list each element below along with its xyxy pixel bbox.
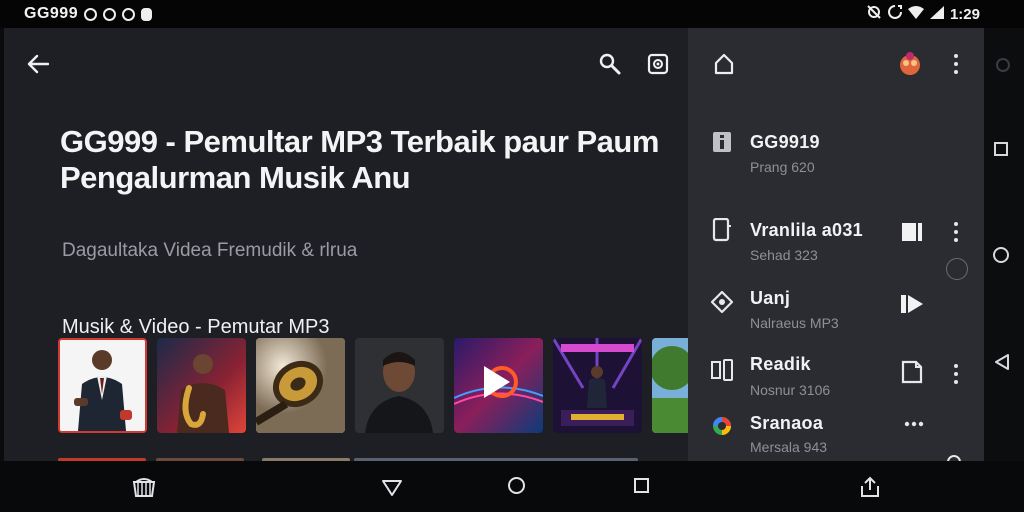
back-icon[interactable]	[378, 473, 406, 501]
cast-icon[interactable]	[644, 50, 672, 78]
signal-icon	[929, 5, 944, 23]
home-icon[interactable]	[993, 247, 1009, 263]
list-item-title: GG9919	[750, 132, 820, 152]
scroll-indicator[interactable]	[946, 258, 968, 280]
google-icon	[103, 7, 117, 21]
pause-icon[interactable]	[898, 218, 926, 246]
back-arrow-icon[interactable]	[24, 50, 52, 78]
list-item[interactable]: Readik Nosnur 3106	[688, 346, 984, 410]
more-icon[interactable]	[953, 222, 959, 242]
play-next-icon[interactable]	[898, 290, 926, 318]
nature-thumbnail[interactable]	[652, 338, 688, 433]
list-item-title: Uanj	[750, 288, 791, 308]
location-icon	[710, 290, 734, 314]
color-wheel-icon	[710, 414, 734, 438]
sync-icon	[888, 5, 902, 23]
play-logo-thumbnail[interactable]	[454, 338, 543, 433]
status-left: GG999	[24, 5, 153, 23]
saxophone-player-thumbnail[interactable]	[157, 338, 246, 433]
recents-icon[interactable]	[994, 142, 1008, 156]
list-item-subtitle: Sehad 323	[750, 247, 818, 263]
navigation-bar	[0, 461, 1024, 512]
list-item-title: Vranlila a031	[750, 220, 863, 240]
wifi-icon	[907, 5, 924, 23]
list-item-subtitle: Mersala 943	[750, 439, 828, 455]
man-in-suit-thumbnail[interactable]	[58, 338, 147, 433]
list-item[interactable]: Uanj Nalraeus MP3	[688, 278, 984, 342]
queue-icon	[710, 358, 734, 382]
recents-icon[interactable]	[634, 478, 649, 493]
page-subtitle: Dagaultaka Videa Fremudik & rlrua	[62, 240, 358, 261]
chrome-icon	[122, 7, 136, 21]
gold-vinyl-thumbnail[interactable]	[256, 338, 345, 433]
info-icon	[710, 130, 734, 154]
section-title: Musik & Video - Pemutar MP3	[62, 316, 330, 338]
phone-icon	[710, 218, 734, 242]
list-item-title: Readik	[750, 354, 811, 374]
main-content: GG999 - Pemultar MP3 Terbaik paur Paum P…	[4, 28, 688, 461]
list-item-title: Sranaoa	[750, 413, 824, 433]
google-icon	[84, 7, 98, 21]
clock: 1:29	[949, 5, 980, 23]
profile-icon[interactable]	[896, 50, 924, 78]
notification-icon	[141, 7, 153, 21]
mute-icon	[866, 5, 882, 23]
thumbnail-row	[58, 338, 688, 434]
back-icon[interactable]	[992, 352, 1012, 372]
store-icon[interactable]	[130, 473, 158, 501]
share-icon[interactable]	[710, 50, 738, 78]
list-item[interactable]: Vranlila a031 Sehad 323	[688, 210, 984, 274]
list-item-subtitle: Prang 620	[750, 159, 815, 175]
list-item[interactable]: Sranaoa Mersala 943	[688, 410, 984, 461]
more-horizontal-icon[interactable]	[902, 416, 926, 432]
more-icon[interactable]	[953, 54, 959, 74]
search-icon[interactable]	[944, 452, 968, 461]
side-panel: GG9919 Prang 620 Vranlila a031 Sehad 323…	[688, 28, 984, 461]
bookmark-icon[interactable]	[898, 358, 926, 386]
status-brand: GG999	[24, 5, 79, 22]
camera-icon	[996, 58, 1010, 72]
search-icon[interactable]	[596, 50, 624, 78]
status-bar: GG999 1:29	[0, 0, 1024, 28]
list-item-subtitle: Nalraeus MP3	[750, 315, 839, 331]
list-item[interactable]: GG9919 Prang 620	[688, 124, 984, 188]
status-right: 1:29	[866, 5, 980, 23]
system-side-bar	[984, 28, 1024, 461]
page-title: GG999 - Pemultar MP3 Terbaik paur Paum P…	[60, 124, 659, 195]
list-item-subtitle: Nosnur 3106	[750, 382, 831, 398]
more-icon[interactable]	[953, 364, 959, 384]
home-icon[interactable]	[508, 477, 525, 494]
share-icon[interactable]	[856, 473, 884, 501]
portrait-thumbnail[interactable]	[355, 338, 444, 433]
stage-performer-thumbnail[interactable]	[553, 338, 642, 433]
